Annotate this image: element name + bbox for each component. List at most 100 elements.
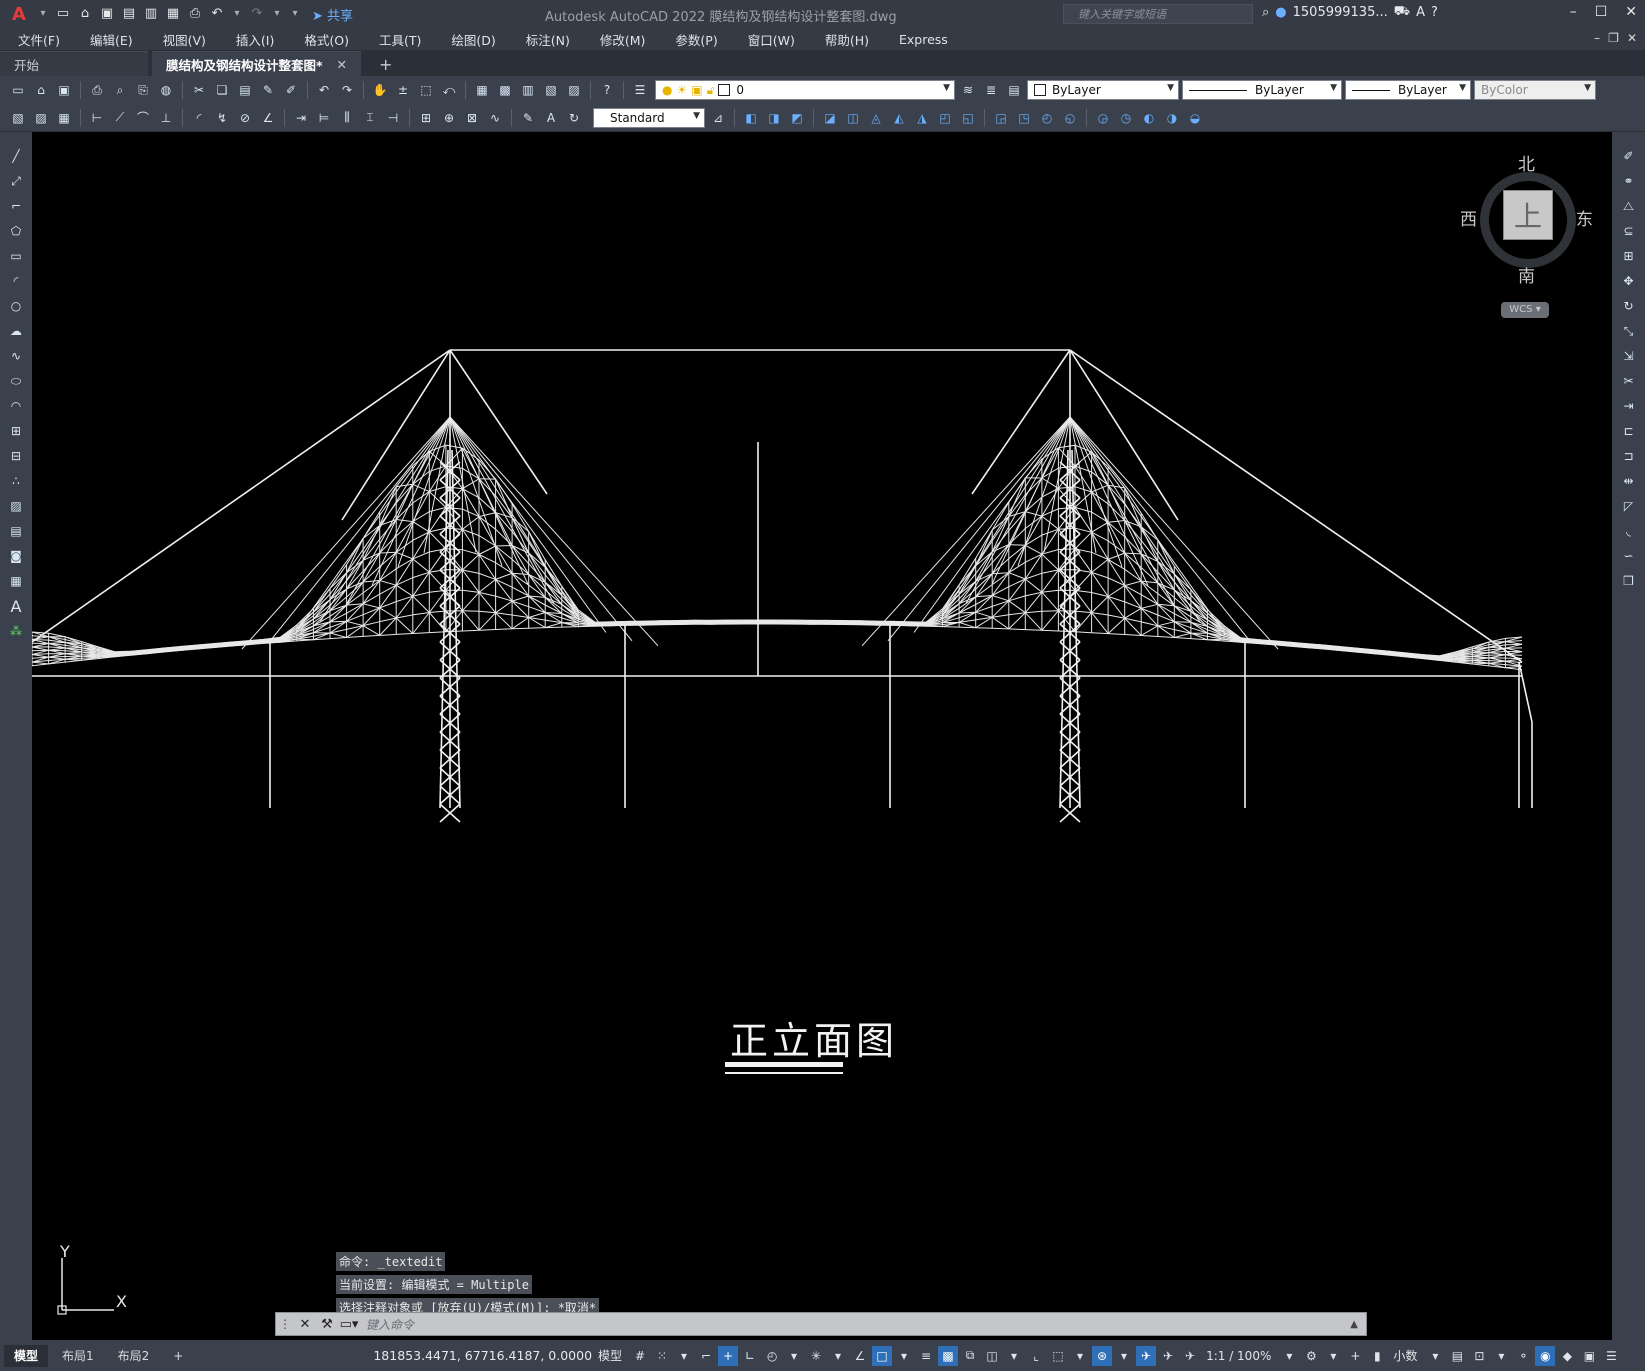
scale-icon[interactable]: ⤡ — [1619, 321, 1639, 341]
maximize-icon[interactable]: ☐ — [1595, 4, 1608, 20]
customize-wrench-icon[interactable]: ⚒ — [316, 1317, 338, 1332]
search-input[interactable]: 键入关键字或短语 — [1063, 4, 1253, 24]
help-icon[interactable]: ? — [1431, 5, 1438, 20]
linetype-dropdown[interactable]: ByLayer ▼ — [1182, 80, 1342, 100]
interfere-icon[interactable]: ◱ — [958, 108, 978, 128]
clean-screen-icon[interactable]: ▣ — [1579, 1346, 1599, 1366]
chevron-down-icon[interactable]: ▼ — [1330, 83, 1337, 93]
ellipse-icon[interactable]: ⬭ — [6, 371, 26, 391]
quick-properties-icon[interactable]: ▤ — [1447, 1346, 1467, 1366]
isometric-dropdown-icon[interactable]: ▾ — [828, 1346, 848, 1366]
pan-icon[interactable]: ✋ — [370, 80, 390, 100]
layout-tab-layout1[interactable]: 布局1 — [52, 1345, 104, 1367]
dynamic-ucs-icon[interactable]: ⌞ — [1026, 1346, 1046, 1366]
insert-block-icon[interactable]: ⊞ — [6, 421, 26, 441]
box-icon[interactable]: ◧ — [741, 108, 761, 128]
redo-icon[interactable]: ↷ — [248, 5, 266, 23]
units-icon[interactable]: ▮ — [1367, 1346, 1387, 1366]
isolate-objects-icon[interactable]: ⚬ — [1513, 1346, 1533, 1366]
polygon-icon[interactable]: ⬠ — [6, 221, 26, 241]
new-file-icon[interactable]: ▭ — [54, 5, 72, 23]
autodesk-app-icon[interactable]: A — [1416, 5, 1425, 20]
dimension-space-icon[interactable]: ⌶ — [360, 108, 380, 128]
menu-edit[interactable]: 编辑(E) — [72, 30, 145, 49]
doc-minimize-icon[interactable]: – — [1594, 31, 1600, 45]
move-icon[interactable]: ✥ — [1619, 271, 1639, 291]
section-plane-icon[interactable]: ◵ — [1060, 108, 1080, 128]
tab-drawing[interactable]: 膜结构及钢结构设计整套图* ✕ — [152, 51, 362, 76]
layout-tab-model[interactable]: 模型 — [4, 1344, 49, 1367]
isometric-icon[interactable]: ✳ — [806, 1346, 826, 1366]
snap-icon[interactable]: ⁙ — [652, 1346, 672, 1366]
auto-scale-icon[interactable]: ✈ — [1158, 1346, 1178, 1366]
tolerance-icon[interactable]: ⊞ — [416, 108, 436, 128]
undo-icon[interactable]: ↶ — [314, 80, 334, 100]
make-current-layer-icon[interactable]: ≋ — [958, 80, 978, 100]
viewcube-north[interactable]: 北 — [1518, 150, 1535, 175]
layout-tab-layout2[interactable]: 布局2 — [108, 1345, 160, 1367]
shell-icon[interactable]: ◲ — [991, 108, 1011, 128]
lock-ui-icon[interactable]: ⊡ — [1469, 1346, 1489, 1366]
sheet-set-icon[interactable]: ▧ — [541, 80, 561, 100]
3d-snap-dropdown-icon[interactable]: ▾ — [1004, 1346, 1024, 1366]
chevron-down-icon[interactable]: ▼ — [693, 111, 700, 121]
join-icon[interactable]: ⇹ — [1619, 471, 1639, 491]
units-dropdown-icon[interactable]: ▾ — [1425, 1346, 1445, 1366]
diameter-dimension-icon[interactable]: ⊘ — [235, 108, 255, 128]
sweep-icon[interactable]: ◬ — [866, 108, 886, 128]
dimension-edit-icon[interactable]: ✎ — [518, 108, 538, 128]
viewcube-top-face[interactable]: 上 — [1503, 190, 1553, 240]
annotation-scale-value[interactable]: 1:1 / 100% — [1206, 1349, 1271, 1363]
close-icon[interactable]: ✕ — [1625, 4, 1637, 20]
zoom-previous-icon[interactable]: ⤺ — [439, 80, 459, 100]
viewcube-south[interactable]: 南 — [1518, 262, 1535, 287]
redo-dropdown-icon[interactable]: ▾ — [270, 5, 284, 23]
doc-restore-icon[interactable]: ❐ — [1608, 31, 1619, 45]
app-menu-arrow-icon[interactable]: ▾ — [36, 5, 50, 23]
color-dropdown[interactable]: ByLayer ▼ — [1027, 80, 1179, 100]
menu-format[interactable]: 格式(O) — [286, 30, 361, 49]
publish-icon[interactable]: ⎘ — [133, 80, 153, 100]
zoom-realtime-icon[interactable]: ± — [393, 80, 413, 100]
command-input[interactable]: 键入命令 — [366, 1316, 1350, 1333]
transparency-icon[interactable]: ▩ — [938, 1345, 959, 1366]
customize-qat-icon[interactable]: ▾ — [288, 5, 302, 23]
quick-dimension-icon[interactable]: ⇥ — [291, 108, 311, 128]
autocad-logo-icon[interactable]: A — [6, 3, 32, 25]
viewcube[interactable]: 上 北 南 西 东 — [1460, 150, 1593, 287]
chamfer-icon[interactable]: ◸ — [1619, 496, 1639, 516]
continue-dimension-icon[interactable]: ⫼ — [337, 108, 357, 128]
radius-dimension-icon[interactable]: ◜ — [189, 108, 209, 128]
gizmo-dropdown-icon[interactable]: ▾ — [1114, 1346, 1134, 1366]
3d-move-icon[interactable]: ◶ — [1093, 108, 1113, 128]
construction-line-icon[interactable]: ⤢ — [6, 171, 26, 191]
annotation-visibility-icon[interactable]: ✈ — [1136, 1345, 1157, 1366]
dimension-break-icon[interactable]: ⊣ — [383, 108, 403, 128]
line-icon[interactable]: ╱ — [6, 146, 26, 166]
3d-rotate-icon[interactable]: ◷ — [1116, 108, 1136, 128]
grid-icon[interactable]: # — [630, 1346, 650, 1366]
save-as-icon[interactable]: ▤ — [120, 5, 138, 23]
circle-icon[interactable]: ○ — [6, 296, 26, 316]
block-editor-icon[interactable]: ✐ — [281, 80, 301, 100]
filter-dropdown-icon[interactable]: ▾ — [1070, 1346, 1090, 1366]
break-icon[interactable]: ⊐ — [1619, 446, 1639, 466]
object-snap-tracking-icon[interactable]: ∠ — [850, 1346, 870, 1366]
redo-icon[interactable]: ↷ — [337, 80, 357, 100]
make-block-icon[interactable]: ⊟ — [6, 446, 26, 466]
viewport-freeze-icon[interactable]: ▣ — [691, 83, 702, 97]
menu-window[interactable]: 窗口(W) — [730, 30, 807, 49]
fillet-icon[interactable]: ◟ — [1619, 521, 1639, 541]
layer-previous-icon[interactable]: ≣ — [981, 80, 1001, 100]
polar-tracking-icon[interactable]: ◴ — [762, 1346, 782, 1366]
user-icon[interactable]: ● — [1275, 5, 1286, 20]
viewcube-west[interactable]: 西 — [1460, 205, 1477, 230]
lineweight-icon[interactable]: ≡ — [916, 1346, 936, 1366]
undo-icon[interactable]: ↶ — [208, 5, 226, 23]
ortho-icon[interactable]: ∟ — [740, 1346, 760, 1366]
plotstyle-dropdown[interactable]: ByColor ▼ — [1474, 80, 1596, 100]
doc-close-icon[interactable]: ✕ — [1627, 31, 1637, 45]
tab-start[interactable]: 开始 — [0, 51, 148, 76]
polar-dropdown-icon[interactable]: ▾ — [784, 1346, 804, 1366]
help-icon[interactable]: ? — [597, 80, 617, 100]
